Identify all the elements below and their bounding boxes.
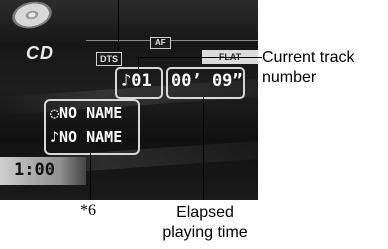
source-label: CD [26, 43, 54, 63]
dts-indicator: DTS [96, 52, 122, 66]
track-callout-line2: number [262, 69, 317, 86]
names-leader-line [90, 153, 91, 200]
af-indicator: AF [150, 37, 171, 49]
track-number: ♪01 [121, 71, 152, 91]
track-title: ♪NO NAME [50, 128, 123, 146]
elapsed-time: 00’ 09” [171, 71, 243, 91]
divider [86, 40, 258, 41]
names-footnote: *6 [80, 202, 96, 219]
track-leader-line [138, 57, 139, 69]
track-leader-line [138, 57, 262, 58]
track-callout: Current track number [262, 48, 354, 88]
elapsed-leader-line [203, 97, 204, 200]
elapsed-callout-line1: Elapsed [176, 204, 234, 221]
elapsed-callout-line2: playing time [162, 224, 248, 241]
clock: 1:00 [14, 160, 55, 180]
elapsed-callout: Elapsed playing time [150, 203, 260, 243]
disc-title: ◌NO NAME [50, 104, 123, 122]
head-unit-display: CD AF DTS FLAT ♪01 00’ 09” ◌NO NAME ♪NO … [0, 0, 258, 200]
track-callout-line1: Current track [262, 49, 355, 66]
cd-disc-icon [9, 0, 55, 32]
dts-leader-line [118, 0, 119, 50]
